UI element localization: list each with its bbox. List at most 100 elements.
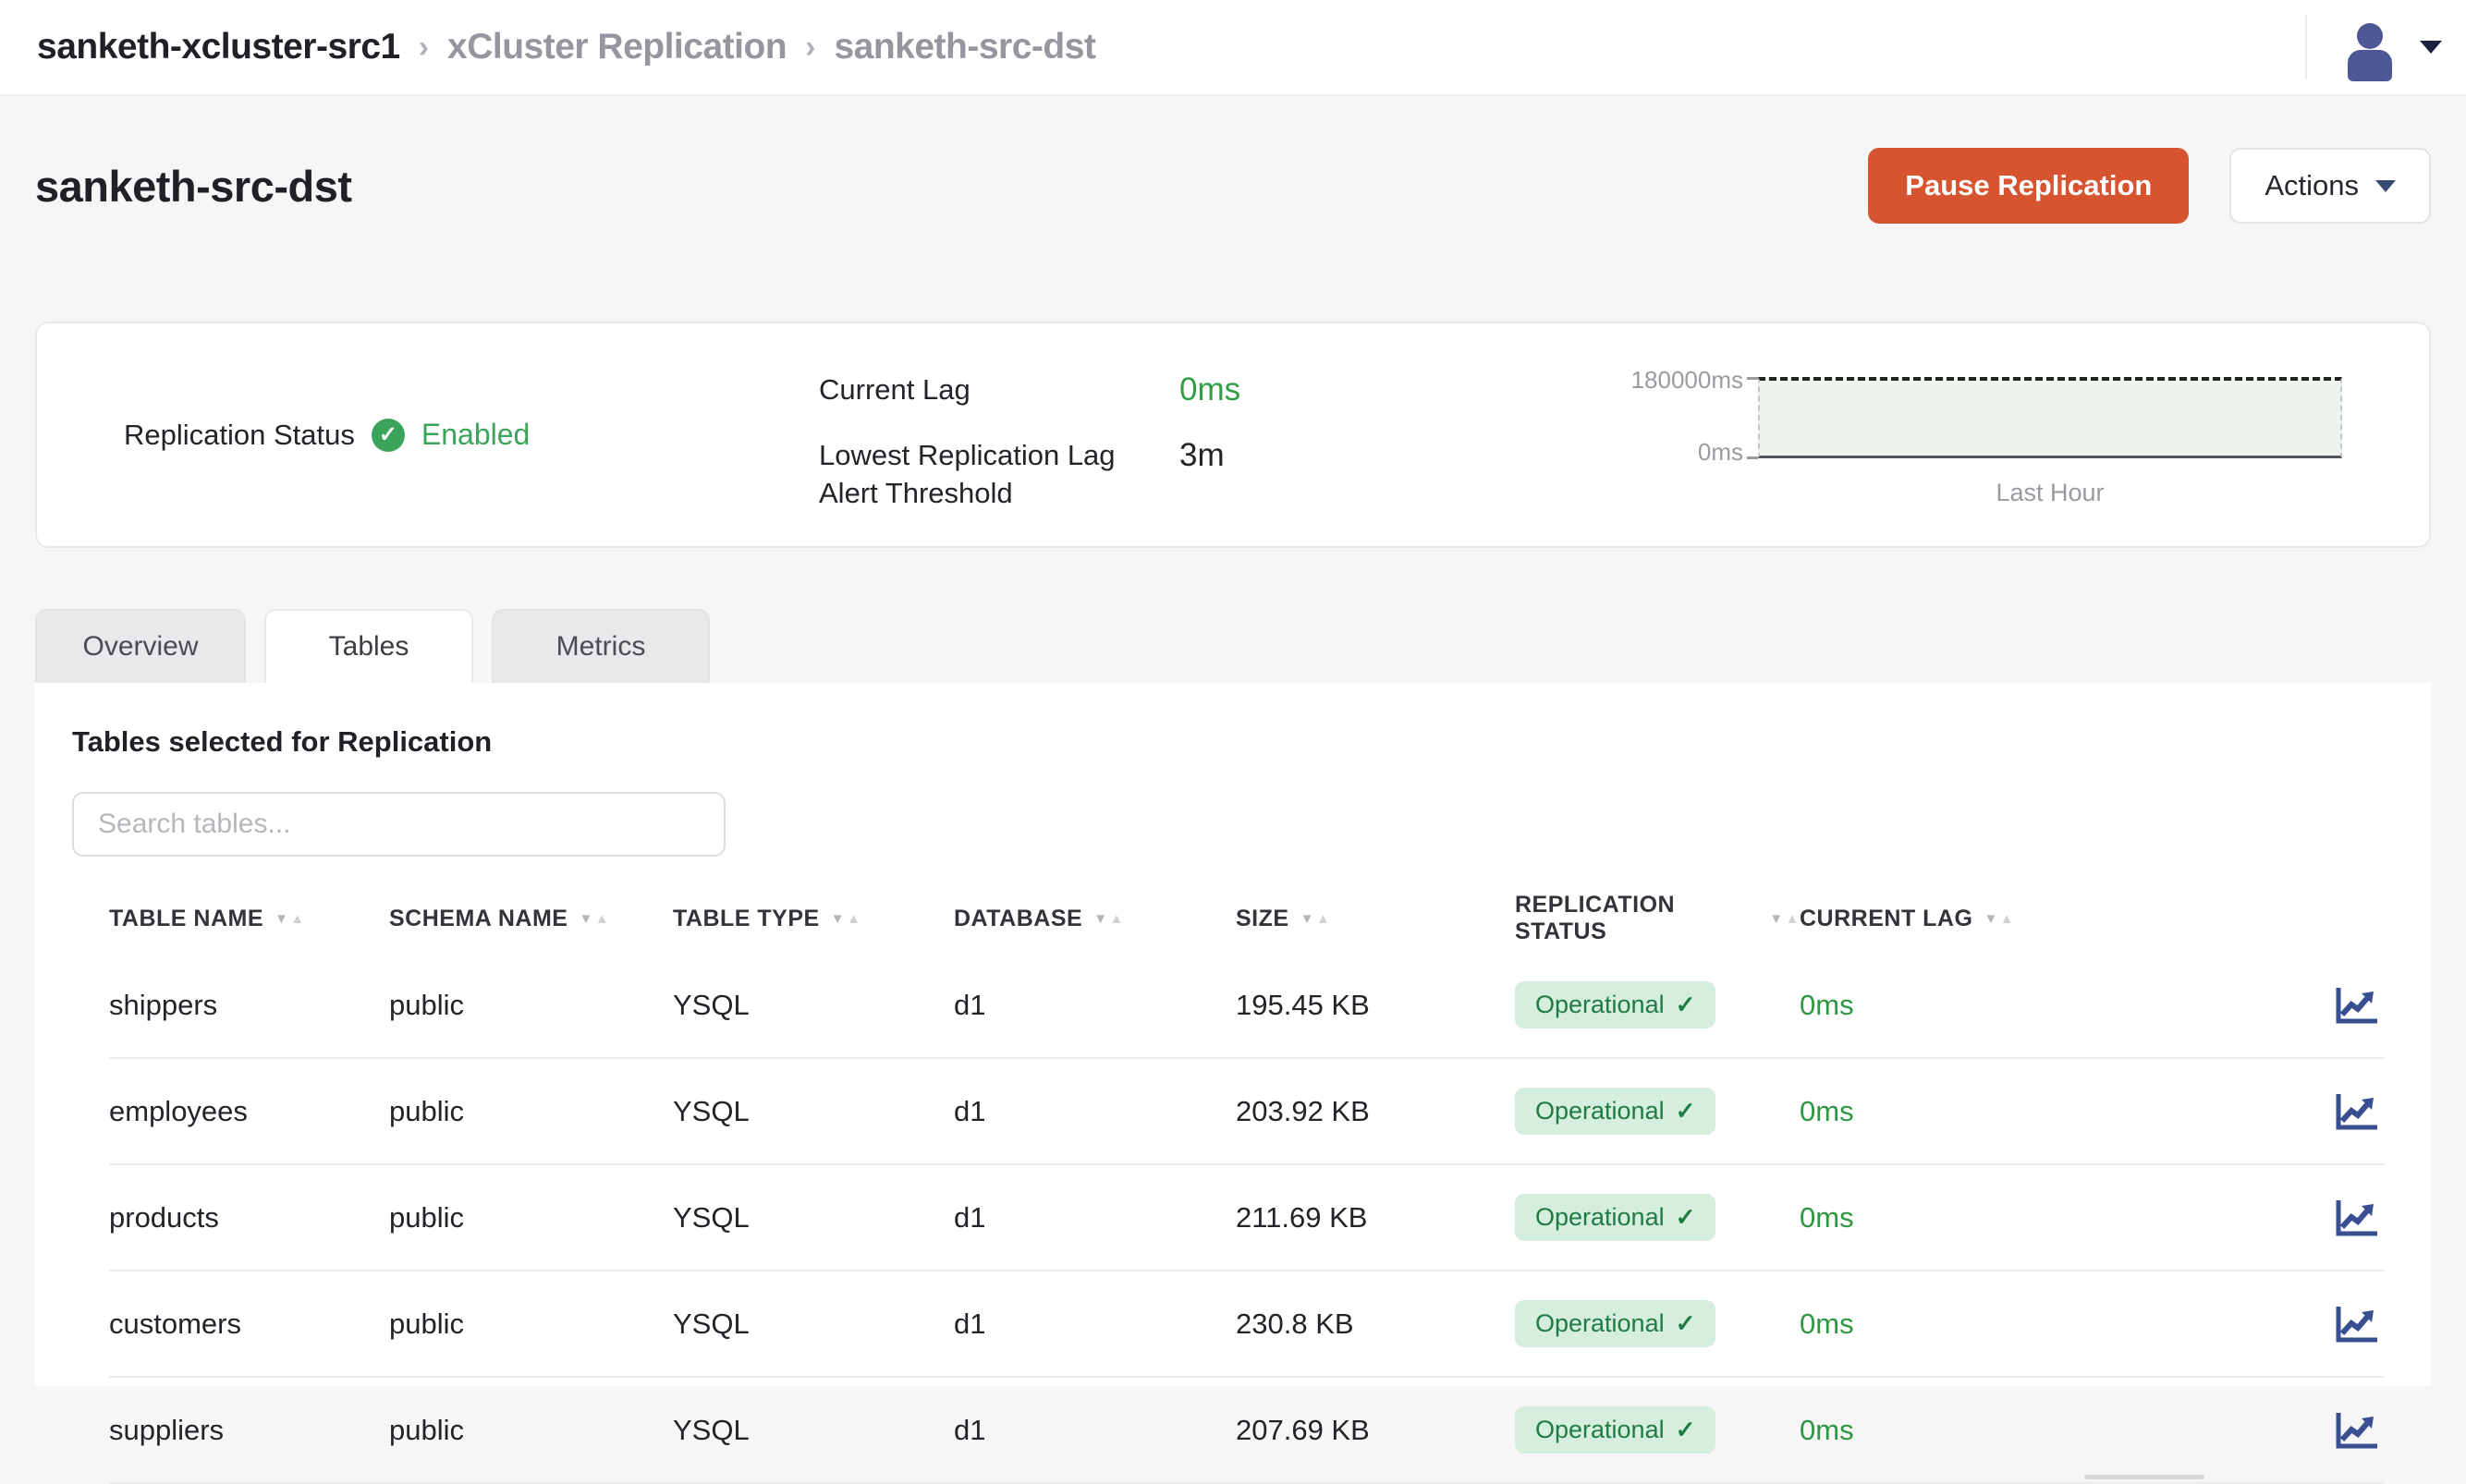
status-badge: Operational✓: [1515, 981, 1715, 1028]
cell-current-lag: 0ms: [1800, 989, 2292, 1022]
replication-status-label: Replication Status: [124, 419, 355, 452]
column-header-database[interactable]: DATABASE ▼▲: [954, 906, 1236, 932]
column-header-table-type[interactable]: TABLE TYPE ▼▲: [673, 906, 954, 932]
line-chart-icon: [2333, 984, 2381, 1027]
status-badge: Operational✓: [1515, 1406, 1715, 1454]
sort-icons[interactable]: ▼▲: [1984, 912, 2014, 926]
cell-table-type: YSQL: [673, 1414, 954, 1447]
status-badge: Operational✓: [1515, 1088, 1715, 1135]
replication-status-value: Enabled: [421, 418, 530, 452]
cell-table-name: shippers: [109, 989, 389, 1022]
cell-table-name: customers: [109, 1308, 389, 1341]
cell-current-lag: 0ms: [1800, 1201, 2292, 1235]
breadcrumb-section[interactable]: xCluster Replication: [447, 27, 787, 67]
check-icon: ✓: [1676, 1309, 1696, 1338]
cell-size: 207.69 KB: [1236, 1414, 1515, 1447]
replication-status-card: Replication Status ✓ Enabled Current Lag…: [35, 322, 2431, 548]
table-row[interactable]: suppliers public YSQL d1 207.69 KB Opera…: [109, 1378, 2385, 1484]
replication-tables-table: TABLE NAME ▼▲ SCHEMA NAME ▼▲ TABLE TYPE …: [109, 884, 2385, 1484]
chevron-right-icon: ›: [805, 30, 815, 66]
sort-icons[interactable]: ▼▲: [579, 912, 609, 926]
cell-size: 230.8 KB: [1236, 1308, 1515, 1341]
sort-icons[interactable]: ▼▲: [1093, 912, 1124, 926]
chevron-down-icon: [2375, 180, 2396, 192]
cell-size: 211.69 KB: [1236, 1201, 1515, 1235]
page-title: sanketh-src-dst: [35, 161, 352, 212]
tab-tables[interactable]: Tables: [264, 609, 473, 683]
chart-x-label: Last Hour: [1758, 479, 2342, 507]
row-lag-chart-button[interactable]: [2329, 1405, 2385, 1455]
detail-tabs: Overview Tables Metrics: [35, 609, 2431, 683]
current-lag-value: 0ms: [1179, 371, 1240, 409]
lag-alert-threshold-value: 3m: [1179, 437, 1225, 513]
column-header-replication-status[interactable]: REPLICATION STATUS ▼▲: [1515, 892, 1800, 945]
check-icon: ✓: [1676, 1203, 1696, 1232]
cell-database: d1: [954, 989, 1236, 1022]
row-lag-chart-button[interactable]: [2329, 980, 2385, 1030]
chart-tick: [1747, 377, 1758, 380]
status-badge: Operational✓: [1515, 1300, 1715, 1347]
check-icon: ✓: [1676, 1097, 1696, 1125]
cell-current-lag: 0ms: [1800, 1095, 2292, 1128]
cell-size: 195.45 KB: [1236, 989, 1515, 1022]
line-chart-icon: [2333, 1409, 2381, 1452]
table-row[interactable]: employees public YSQL d1 203.92 KB Opera…: [109, 1059, 2385, 1165]
top-navigation-bar: sanketh-xcluster-src1 › xCluster Replica…: [0, 0, 2466, 96]
row-lag-chart-button[interactable]: [2329, 1087, 2385, 1137]
breadcrumb-cluster[interactable]: sanketh-xcluster-src1: [37, 27, 400, 67]
cell-database: d1: [954, 1308, 1236, 1341]
column-header-table-name[interactable]: TABLE NAME ▼▲: [109, 906, 389, 932]
cell-schema-name: public: [389, 1201, 673, 1235]
table-row[interactable]: products public YSQL d1 211.69 KB Operat…: [109, 1165, 2385, 1271]
cell-schema-name: public: [389, 1414, 673, 1447]
column-header-current-lag[interactable]: CURRENT LAG ▼▲: [1800, 906, 2292, 932]
tables-panel: Tables selected for Replication TABLE NA…: [35, 683, 2431, 1386]
cell-table-type: YSQL: [673, 989, 954, 1022]
check-icon: ✓: [1676, 991, 1696, 1019]
chevron-down-icon: [2420, 41, 2442, 54]
breadcrumb: sanketh-xcluster-src1 › xCluster Replica…: [37, 27, 1095, 67]
sort-icons[interactable]: ▼▲: [831, 912, 861, 926]
status-badge: Operational✓: [1515, 1194, 1715, 1241]
cell-table-type: YSQL: [673, 1201, 954, 1235]
cell-schema-name: public: [389, 989, 673, 1022]
table-row[interactable]: shippers public YSQL d1 195.45 KB Operat…: [109, 953, 2385, 1059]
search-tables-input[interactable]: [72, 792, 726, 857]
lag-chart-area: [1758, 377, 2342, 458]
sort-icons[interactable]: ▼▲: [1769, 912, 1800, 926]
sort-icons[interactable]: ▼▲: [275, 912, 305, 926]
cell-table-name: products: [109, 1201, 389, 1235]
cell-table-type: YSQL: [673, 1308, 954, 1341]
check-circle-icon: ✓: [372, 419, 405, 452]
cell-size: 203.92 KB: [1236, 1095, 1515, 1128]
column-header-schema-name[interactable]: SCHEMA NAME ▼▲: [389, 906, 673, 932]
row-lag-chart-button[interactable]: [2329, 1193, 2385, 1243]
chart-tick: [1747, 456, 1758, 459]
line-chart-icon: [2333, 1090, 2381, 1133]
actions-dropdown-button[interactable]: Actions: [2229, 148, 2431, 224]
sort-icons[interactable]: ▼▲: [1300, 912, 1331, 926]
chart-y-max-label: 180000ms: [1558, 366, 1743, 395]
cell-table-type: YSQL: [673, 1095, 954, 1128]
actions-button-label: Actions: [2265, 169, 2359, 202]
row-lag-chart-button[interactable]: [2329, 1299, 2385, 1349]
line-chart-icon: [2333, 1303, 2381, 1345]
cell-current-lag: 0ms: [1800, 1414, 2292, 1447]
pause-replication-button[interactable]: Pause Replication: [1868, 148, 2189, 224]
tab-overview[interactable]: Overview: [35, 609, 246, 683]
check-icon: ✓: [1676, 1416, 1696, 1444]
cell-current-lag: 0ms: [1800, 1308, 2292, 1341]
table-row[interactable]: customers public YSQL d1 230.8 KB Operat…: [109, 1271, 2385, 1378]
breadcrumb-current: sanketh-src-dst: [834, 27, 1095, 67]
line-chart-icon: [2333, 1197, 2381, 1239]
tab-metrics[interactable]: Metrics: [492, 609, 710, 683]
column-header-size[interactable]: SIZE ▼▲: [1236, 906, 1515, 932]
horizontal-scrollbar-thumb[interactable]: [2084, 1475, 2204, 1479]
current-lag-label: Current Lag: [819, 371, 1179, 409]
user-menu[interactable]: [2305, 15, 2442, 79]
lag-sparkline-chart: 180000ms 0ms Last Hour: [1549, 366, 2350, 505]
lag-alert-threshold-label: Lowest Replication Lag Alert Threshold: [819, 437, 1179, 513]
tables-panel-heading: Tables selected for Replication: [72, 725, 2385, 759]
chart-y-min-label: 0ms: [1558, 438, 1743, 467]
cell-database: d1: [954, 1414, 1236, 1447]
